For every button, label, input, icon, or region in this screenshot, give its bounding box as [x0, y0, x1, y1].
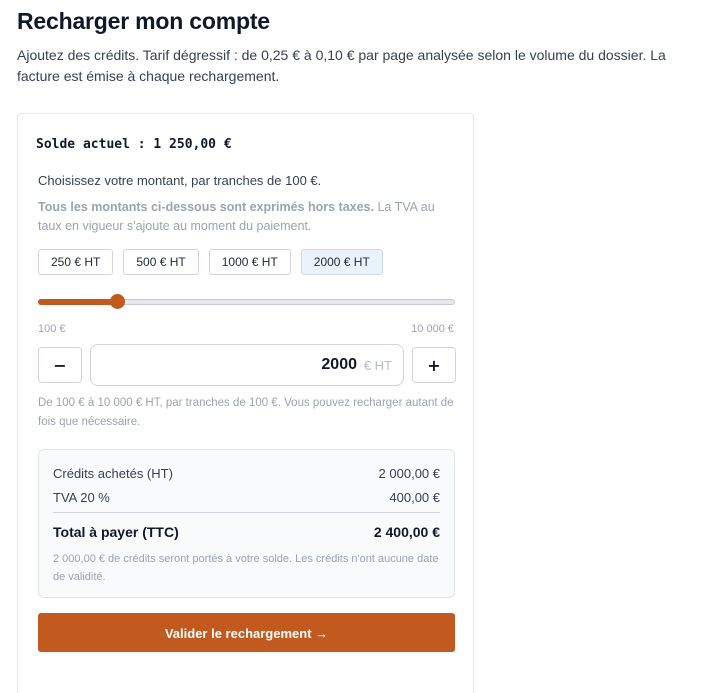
slider-max-label: 10 000 €	[411, 323, 454, 335]
preset-1000-button[interactable]: 1000 € HT	[208, 249, 291, 275]
validate-recharge-button[interactable]: Valider le rechargement →	[38, 613, 455, 652]
slider-thumb[interactable]	[110, 294, 126, 309]
recharge-card: Solde actuel : 1 250,00 € Choisissez vot…	[17, 113, 474, 693]
increment-button[interactable]: +	[412, 347, 456, 383]
tax-note-bold: Tous les montants ci-dessous sont exprim…	[38, 200, 374, 214]
tax-note: Tous les montants ci-dessous sont exprim…	[38, 198, 458, 236]
credits-value: 2 000,00 €	[378, 466, 440, 481]
current-balance: Solde actuel : 1 250,00 €	[36, 137, 232, 152]
total-value: 2 400,00 €	[373, 524, 440, 540]
decrement-button[interactable]: −	[38, 347, 82, 383]
preset-250-button[interactable]: 250 € HT	[38, 249, 114, 275]
preset-amounts: 250 € HT 500 € HT 1000 € HT 2000 € HT	[38, 249, 383, 275]
total-label: Total à payer (TTC)	[53, 524, 179, 540]
credits-label: Crédits achetés (HT)	[53, 466, 173, 481]
amount-instruction: Choisissez votre montant, par tranches d…	[38, 173, 322, 188]
vat-label: TVA 20 %	[53, 490, 110, 505]
amount-value: 2000	[321, 356, 357, 373]
order-summary: Crédits achetés (HT) 2 000,00 € TVA 20 %…	[38, 449, 455, 598]
preset-2000-button[interactable]: 2000 € HT	[300, 249, 383, 275]
slider-min-label: 100 €	[38, 323, 66, 335]
summary-divider	[53, 512, 440, 513]
amount-unit: € HT	[363, 358, 392, 373]
amount-input[interactable]: 2000 € HT	[90, 344, 404, 386]
preset-500-button[interactable]: 500 € HT	[123, 249, 199, 275]
page-title: Recharger mon compte	[17, 8, 270, 34]
vat-value: 400,00 €	[389, 490, 440, 505]
summary-note: 2 000,00 € de crédits seront portés à vo…	[53, 553, 439, 583]
amount-slider[interactable]	[38, 294, 455, 309]
slider-fill	[38, 299, 119, 305]
page-intro: Ajoutez des crédits. Tarif dégressif : d…	[17, 47, 666, 84]
amount-help-text: De 100 € à 10 000 € HT, par tranches de …	[38, 397, 454, 428]
